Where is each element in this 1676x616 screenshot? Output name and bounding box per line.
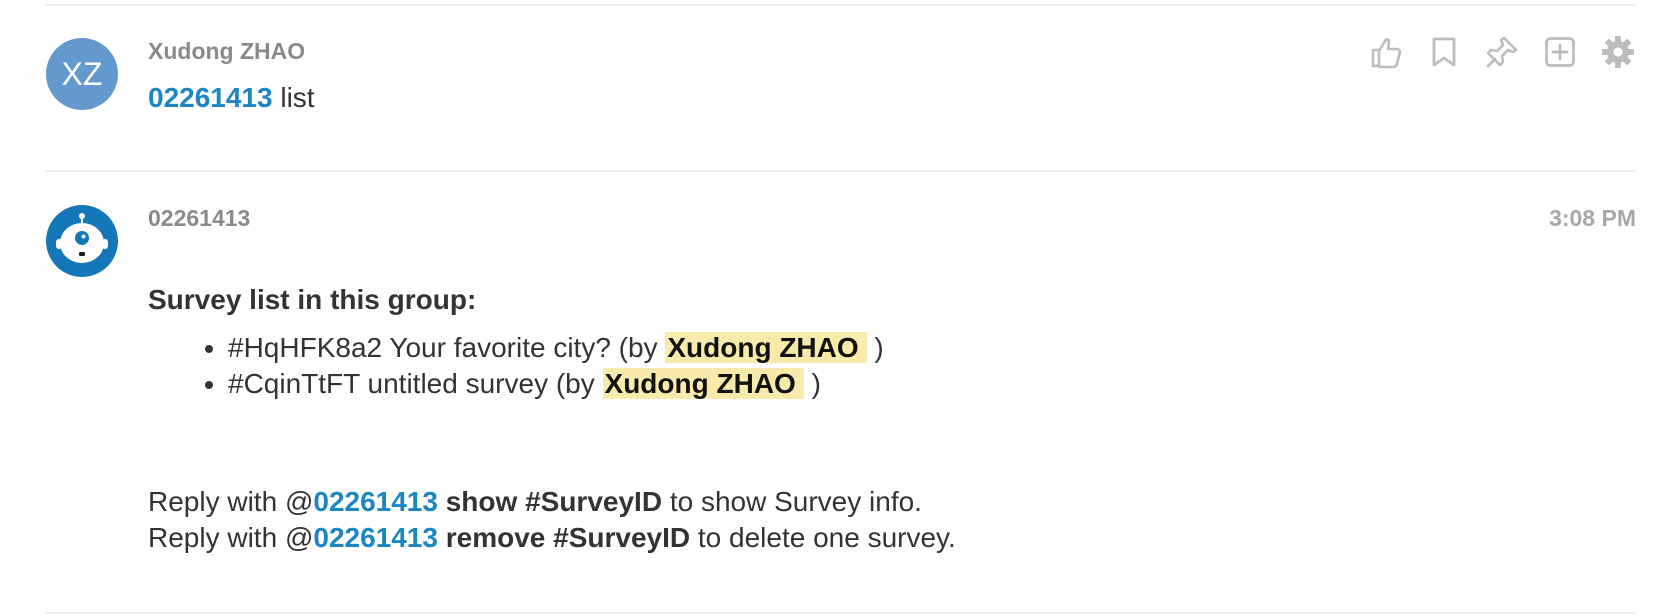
bookmark-button[interactable] — [1426, 34, 1462, 70]
thumbs-up-icon — [1371, 38, 1402, 69]
bookmark-icon — [1432, 37, 1456, 67]
avatar-initials: XZ — [61, 55, 103, 92]
reply-prefix: Reply with @ — [148, 486, 314, 517]
author-mention[interactable]: Xudong ZHAO — [602, 368, 804, 399]
pin-button[interactable] — [1484, 34, 1520, 70]
reply-instruction: Reply with @02261413 remove #SurveyID to… — [148, 522, 956, 554]
reply-suffix: to delete one survey. — [690, 522, 956, 553]
mention-link[interactable]: 02261413 — [313, 486, 438, 517]
mention-link[interactable]: 02261413 — [313, 522, 438, 553]
message-body: list — [272, 82, 315, 113]
message-divider — [46, 170, 1636, 172]
message-divider — [46, 612, 1636, 614]
robot-icon — [56, 213, 108, 263]
timestamp: 3:08 PM — [1549, 205, 1636, 231]
add-button[interactable] — [1542, 34, 1578, 70]
survey-title: untitled survey (by — [359, 368, 603, 399]
reply-prefix: Reply with @ — [148, 522, 314, 553]
list-item: #HqHFK8a2 Your favorite city? (by Xudong… — [228, 330, 884, 366]
gear-icon — [1602, 36, 1634, 68]
survey-list: #HqHFK8a2 Your favorite city? (by Xudong… — [148, 330, 884, 402]
avatar[interactable]: XZ — [46, 38, 118, 110]
survey-id: #HqHFK8a2 — [228, 332, 383, 363]
settings-button[interactable] — [1600, 34, 1636, 70]
chat-thread: XZ Xudong ZHAO 02261413 list 02261413 3:… — [0, 0, 1676, 616]
survey-list-heading: Survey list in this group: — [148, 284, 477, 315]
message-text: 02261413 list — [148, 82, 315, 114]
author-mention[interactable]: Xudong ZHAO — [665, 332, 867, 363]
survey-title: Your favorite city? (by — [382, 332, 666, 363]
message-actions — [1368, 32, 1636, 72]
reply-instruction: Reply with @02261413 show #SurveyID to s… — [148, 486, 922, 518]
like-button[interactable] — [1368, 34, 1404, 70]
avatar[interactable] — [46, 205, 118, 277]
survey-id: #CqinTtFT — [228, 368, 360, 399]
sender-name[interactable]: Xudong ZHAO — [148, 38, 305, 65]
pin-icon — [1486, 36, 1518, 68]
mention-link[interactable]: 02261413 — [148, 82, 273, 113]
add-box-icon — [1545, 37, 1575, 67]
list-item-suffix: ) — [803, 368, 821, 399]
reply-suffix: to show Survey info. — [662, 486, 922, 517]
command-text: remove #SurveyID — [437, 522, 691, 553]
command-text: show #SurveyID — [437, 486, 663, 517]
list-item-suffix: ) — [866, 332, 884, 363]
list-item: #CqinTtFT untitled survey (by Xudong ZHA… — [228, 366, 884, 402]
message-divider — [46, 4, 1636, 6]
sender-name[interactable]: 02261413 — [148, 205, 250, 232]
